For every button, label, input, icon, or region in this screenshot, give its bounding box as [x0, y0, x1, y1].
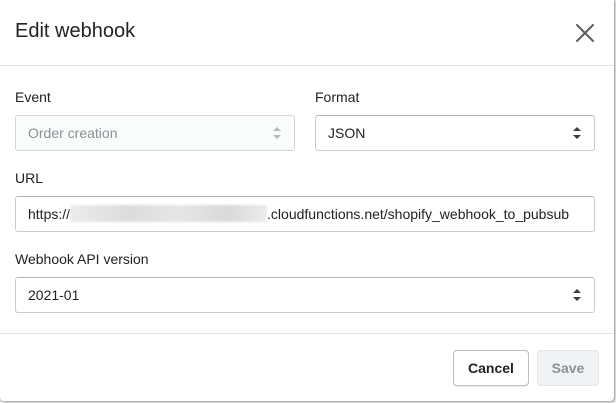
event-select-value: Order creation	[28, 125, 118, 141]
api-version-select[interactable]: 2021-01	[15, 277, 595, 313]
select-caret-icon	[573, 289, 581, 301]
event-label: Event	[15, 89, 51, 105]
redacted-host	[70, 205, 268, 223]
save-button[interactable]: Save	[537, 350, 599, 386]
select-caret-icon	[273, 127, 281, 139]
select-caret-icon	[573, 127, 581, 139]
url-prefix: https://	[28, 206, 71, 222]
url-input[interactable]: https:// .cloudfunctions.net/shopify_webh…	[15, 196, 595, 232]
format-label: Format	[315, 89, 360, 105]
url-suffix: .cloudfunctions.net/shopify_webhook_to_p…	[267, 206, 570, 222]
api-version-value: 2021-01	[28, 287, 80, 303]
modal-header: Edit webhook	[0, 0, 614, 66]
url-label: URL	[15, 170, 44, 186]
modal-title: Edit webhook	[15, 20, 136, 42]
format-select-value: JSON	[328, 125, 366, 141]
event-select[interactable]: Order creation	[15, 115, 295, 151]
api-version-label: Webhook API version	[15, 251, 149, 267]
footer-divider	[0, 333, 614, 334]
format-select[interactable]: JSON	[315, 115, 595, 151]
edit-webhook-modal: Edit webhook Event Order creation Format…	[0, 0, 614, 401]
close-button[interactable]	[570, 18, 600, 48]
close-icon	[576, 24, 594, 42]
cancel-button[interactable]: Cancel	[453, 350, 529, 386]
